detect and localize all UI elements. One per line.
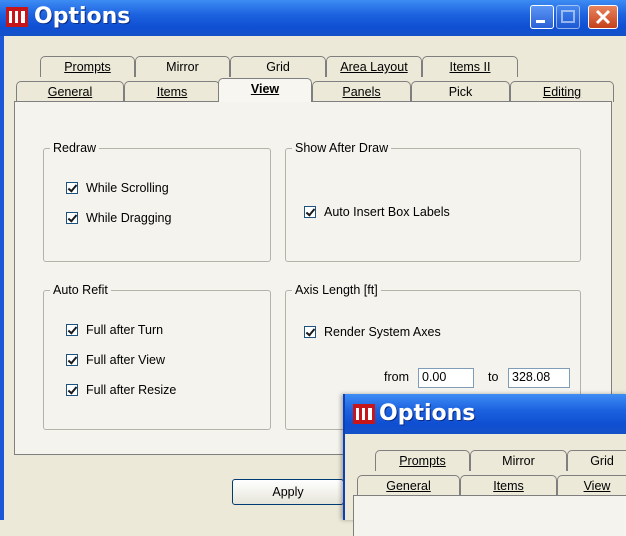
tab-items-secondary[interactable]: Items (460, 475, 557, 496)
tab-items-ii[interactable]: Items II (422, 56, 518, 77)
app-icon (353, 404, 375, 424)
full-after-view-checkbox[interactable]: Full after View (66, 353, 165, 367)
from-input[interactable]: 0.00 (418, 368, 474, 388)
window-frame (0, 36, 4, 520)
full-after-turn-checkbox[interactable]: Full after Turn (66, 323, 163, 337)
checkbox-checked-icon (66, 212, 78, 224)
auto-insert-box-labels-checkbox[interactable]: Auto Insert Box Labels (304, 205, 450, 219)
tab-general[interactable]: General (16, 81, 124, 102)
tab-general-secondary[interactable]: General (357, 475, 460, 496)
tab-pick[interactable]: Pick (411, 81, 510, 102)
checkbox-checked-icon (66, 384, 78, 396)
minimize-button[interactable] (530, 5, 554, 29)
redraw-group: Redraw While Scrolling While Dragging (43, 141, 271, 262)
tab-mirror-secondary[interactable]: Mirror (470, 450, 567, 471)
to-input[interactable]: 328.08 (508, 368, 570, 388)
tab-items[interactable]: Items (124, 81, 220, 102)
title-bar-secondary[interactable]: Options (345, 394, 626, 434)
tab-editing[interactable]: Editing (510, 81, 614, 102)
tab-prompts-secondary[interactable]: Prompts (375, 450, 470, 471)
while-scrolling-checkbox[interactable]: While Scrolling (66, 181, 169, 195)
minimize-icon (536, 20, 545, 23)
checkbox-checked-icon (66, 354, 78, 366)
axis-length-title: Axis Length [ft] (292, 283, 381, 297)
app-icon (6, 7, 28, 27)
checkbox-checked-icon (304, 326, 316, 338)
from-label: from (384, 370, 409, 384)
auto-refit-group: Auto Refit Full after Turn Full after Vi… (43, 283, 271, 430)
window-title-secondary: Options (379, 401, 476, 426)
window-title: Options (34, 4, 131, 29)
checkbox-checked-icon (66, 182, 78, 194)
checkbox-checked-icon (66, 324, 78, 336)
tab-panels[interactable]: Panels (312, 81, 411, 102)
while-dragging-checkbox[interactable]: While Dragging (66, 211, 171, 225)
options-window-secondary: Options Prompts Mirror Grid General Item… (343, 394, 626, 536)
tab-panel-secondary (353, 495, 626, 536)
tab-mirror[interactable]: Mirror (135, 56, 230, 77)
tab-view[interactable]: View (218, 78, 312, 102)
close-icon (595, 9, 611, 25)
tab-grid-secondary[interactable]: Grid (567, 450, 626, 471)
to-label: to (488, 370, 499, 384)
tab-prompts[interactable]: Prompts (40, 56, 135, 77)
close-button[interactable] (588, 5, 618, 29)
show-after-draw-title: Show After Draw (292, 141, 392, 155)
tab-area-layout[interactable]: Area Layout (326, 56, 422, 77)
tab-view-secondary[interactable]: View (557, 475, 626, 496)
full-after-resize-checkbox[interactable]: Full after Resize (66, 383, 176, 397)
show-after-draw-group: Show After Draw Auto Insert Box Labels (285, 141, 581, 262)
redraw-title: Redraw (50, 141, 100, 155)
apply-button[interactable]: Apply (232, 479, 344, 505)
render-system-axes-checkbox[interactable]: Render System Axes (304, 325, 441, 339)
maximize-icon (561, 10, 575, 23)
checkbox-checked-icon (304, 206, 316, 218)
maximize-button[interactable] (556, 5, 580, 29)
title-bar[interactable]: Options (0, 0, 626, 36)
auto-refit-title: Auto Refit (50, 283, 111, 297)
tab-grid[interactable]: Grid (230, 56, 326, 77)
